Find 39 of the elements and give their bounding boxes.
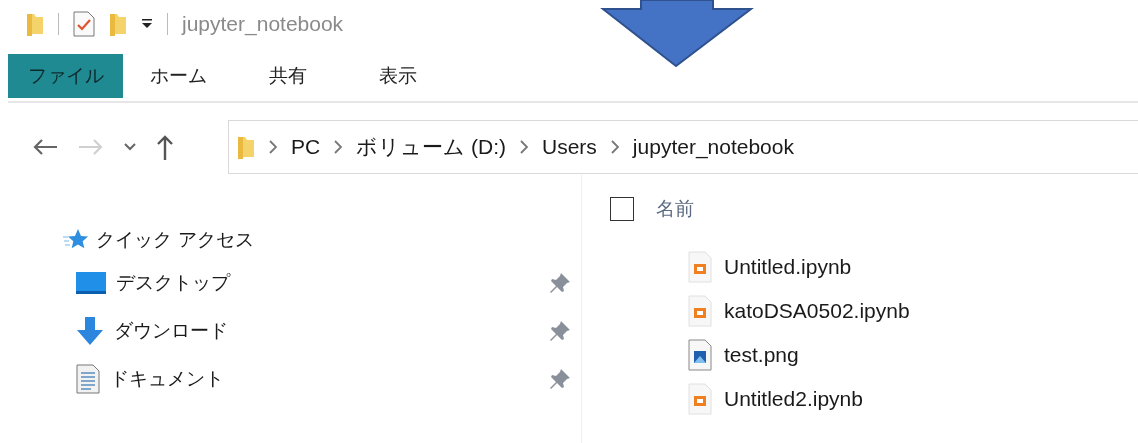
chevron-right-icon[interactable] (334, 140, 343, 154)
back-icon[interactable] (32, 138, 58, 156)
properties-icon[interactable] (73, 11, 95, 37)
image-file-icon (688, 339, 712, 371)
chevron-right-icon[interactable] (610, 140, 619, 154)
dropdown-icon[interactable] (141, 19, 153, 29)
chevron-down-icon[interactable] (124, 143, 136, 151)
nav-item[interactable]: デスクトップ (116, 270, 230, 296)
pin-icon[interactable] (549, 320, 571, 342)
notebook-file-icon (688, 251, 712, 283)
file-name[interactable]: katoDSA0502.ipynb (724, 299, 910, 323)
notebook-file-icon (688, 383, 712, 415)
ribbon-tab[interactable]: 表示 (343, 54, 453, 98)
chevron-right-icon[interactable] (269, 140, 277, 154)
column-header[interactable]: 名前 (656, 196, 694, 222)
chevron-right-icon[interactable] (520, 140, 528, 154)
breadcrumb[interactable]: PC (291, 135, 321, 159)
breadcrumb[interactable]: Users (542, 135, 597, 159)
select-all-checkbox[interactable] (610, 197, 634, 221)
up-icon[interactable] (156, 134, 174, 160)
nav-item[interactable]: ダウンロード (114, 318, 228, 344)
window-title: jupyter_notebook (182, 12, 344, 36)
pin-icon[interactable] (549, 368, 571, 390)
file-name[interactable]: Untitled.ipynb (724, 255, 852, 279)
breadcrumb[interactable]: jupyter_notebook (632, 135, 794, 159)
address-bar[interactable]: PC ボリューム (D:) Users jupyter_notebook (228, 120, 1138, 174)
monitor-icon (76, 272, 106, 294)
nav-item[interactable]: クイック アクセス (96, 227, 255, 253)
document-icon (76, 364, 100, 394)
file-name[interactable]: Untitled2.ipynb (724, 387, 863, 411)
ribbon-tab[interactable]: ファイル (8, 54, 123, 98)
download-icon (76, 317, 104, 345)
ribbon-tab[interactable]: ホーム (123, 54, 233, 98)
pin-icon[interactable] (549, 272, 571, 294)
ribbon-tab[interactable]: 共有 (233, 54, 343, 98)
nav-item[interactable]: ドキュメント (110, 366, 224, 392)
breadcrumb[interactable]: ボリューム (D:) (356, 133, 506, 161)
file-name[interactable]: test.png (724, 343, 799, 367)
notebook-file-icon (688, 295, 712, 327)
